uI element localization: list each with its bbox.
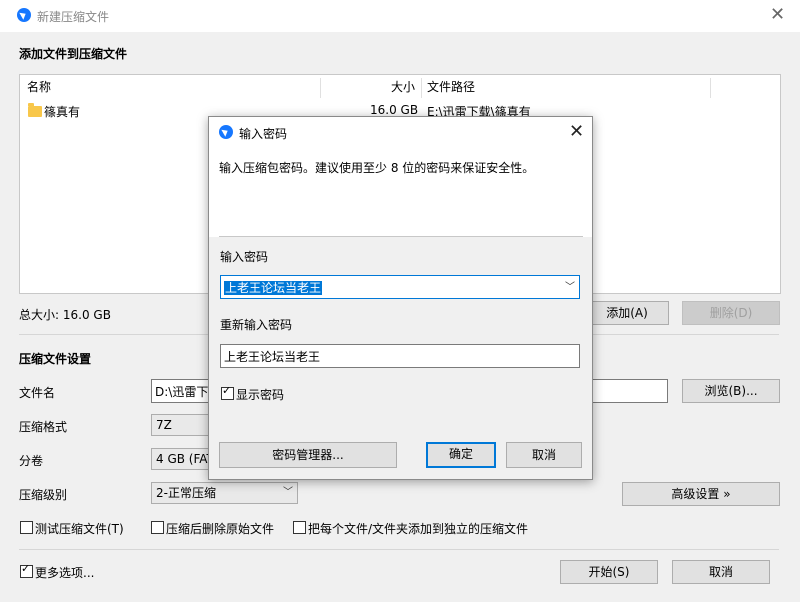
show-password-label[interactable]: 显示密码 — [236, 386, 284, 403]
reenter-label: 重新输入密码 — [220, 318, 293, 332]
column-header-size[interactable]: 大小 — [391, 75, 415, 99]
start-button[interactable]: 开始(S) — [560, 560, 658, 584]
show-password-checkbox[interactable] — [221, 384, 234, 400]
close-icon[interactable]: ✕ — [569, 123, 584, 141]
close-icon[interactable]: ✕ — [770, 6, 785, 24]
delete-source-label[interactable]: 压缩后删除原始文件 — [166, 520, 274, 537]
level-value: 2-正常压缩 — [156, 486, 216, 500]
separate-archives-label[interactable]: 把每个文件/文件夹添加到独立的压缩文件 — [308, 520, 528, 537]
divider — [19, 549, 779, 550]
browse-button[interactable]: 浏览(B)... — [682, 379, 780, 403]
more-options-label[interactable]: 更多选项... — [35, 564, 94, 581]
reenter-password-field[interactable]: 上老王论坛当老王 — [220, 344, 580, 368]
app-logo-icon — [219, 125, 233, 139]
volume-label: 分卷 — [19, 454, 44, 468]
dialog-title: 输入密码 — [239, 127, 288, 141]
dialog-hint-area: 输入压缩包密码。建议使用至少 8 位的密码来保证安全性。 — [209, 147, 592, 237]
total-size: 总大小: 16.0 GB — [19, 308, 111, 322]
format-label: 压缩格式 — [19, 420, 68, 434]
delete-button[interactable]: 删除(D) — [682, 301, 780, 325]
dialog-cancel-button[interactable]: 取消 — [506, 442, 582, 468]
column-separator[interactable] — [710, 78, 711, 98]
ok-button[interactable]: 确定 — [426, 442, 496, 468]
format-value: 7Z — [156, 418, 172, 432]
dialog-hint: 输入压缩包密码。建议使用至少 8 位的密码来保证安全性。 — [219, 161, 535, 175]
column-header-path[interactable]: 文件路径 — [427, 75, 475, 99]
chevron-down-icon: ﹀ — [283, 487, 293, 498]
add-files-heading: 添加文件到压缩文件 — [19, 47, 128, 61]
volume-select[interactable]: 4 GB (FAT — [151, 448, 211, 470]
more-options-checkbox[interactable] — [20, 562, 33, 578]
filename-label: 文件名 — [19, 386, 56, 400]
level-select[interactable]: 2-正常压缩 ﹀ — [151, 482, 298, 504]
password-dialog: 输入密码 ✕ 输入压缩包密码。建议使用至少 8 位的密码来保证安全性。 输入密码… — [208, 116, 593, 480]
test-archive-label[interactable]: 测试压缩文件(T) — [35, 520, 124, 537]
delete-source-checkbox[interactable] — [151, 521, 164, 534]
divider — [219, 236, 583, 237]
advanced-settings-button[interactable]: 高级设置 » — [622, 482, 780, 506]
test-archive-checkbox[interactable] — [20, 521, 33, 534]
volume-value: 4 GB (FAT — [156, 452, 211, 466]
folder-icon — [28, 103, 42, 117]
title-bar: 新建压缩文件 ✕ — [0, 0, 800, 32]
row-size: 16.0 GB — [370, 103, 419, 117]
column-separator[interactable] — [320, 78, 321, 98]
column-separator[interactable] — [421, 78, 422, 98]
level-label: 压缩级别 — [19, 488, 68, 502]
column-header-name[interactable]: 名称 — [27, 75, 51, 99]
password-manager-button[interactable]: 密码管理器... — [219, 442, 397, 468]
window-title: 新建压缩文件 — [37, 10, 110, 24]
settings-heading: 压缩文件设置 — [19, 352, 92, 366]
format-select[interactable]: 7Z — [151, 414, 211, 436]
add-button[interactable]: 添加(A) — [585, 301, 669, 325]
app-logo-icon — [17, 8, 31, 22]
password-label: 输入密码 — [220, 250, 269, 264]
dialog-title-bar: 输入密码 ✕ — [209, 117, 592, 147]
password-value: 上老王论坛当老王 — [224, 281, 323, 295]
cancel-button[interactable]: 取消 — [672, 560, 770, 584]
row-name: 篠真有 — [44, 105, 81, 119]
password-field[interactable]: 上老王论坛当老王 ﹀ — [220, 275, 580, 299]
chevron-down-icon[interactable]: ﹀ — [565, 276, 575, 298]
separate-archives-checkbox[interactable] — [293, 521, 306, 534]
